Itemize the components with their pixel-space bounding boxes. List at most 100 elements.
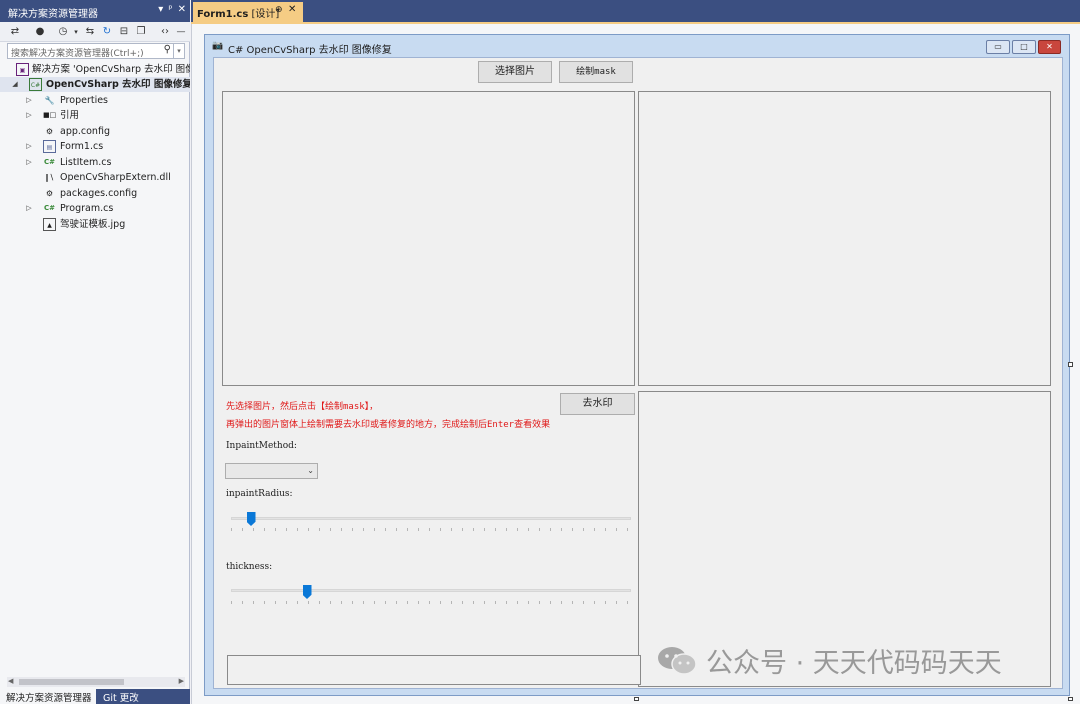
- tree-item-solution[interactable]: ▣ 解决方案 'OpenCvSharp 去水印 图像: [0, 62, 190, 77]
- show-all-files-icon[interactable]: ❐: [134, 25, 148, 39]
- mask-image-box[interactable]: [638, 91, 1051, 386]
- switch-view-icon[interactable]: ⇆: [83, 25, 97, 39]
- wechat-watermark: 公众号 · 天天代码码天天: [656, 643, 1002, 679]
- expand-arrow-icon[interactable]: ▷: [24, 108, 34, 123]
- tab-file-name: Form1.cs: [197, 9, 249, 20]
- wechat-icon: [658, 647, 697, 675]
- tree-item-label: Properties: [60, 95, 109, 106]
- tree-item-program[interactable]: ▷ C# Program.cs: [0, 201, 190, 216]
- tree-item-app-config[interactable]: ⚙ app.config: [0, 124, 190, 139]
- tree-item-label: OpenCvSharpExtern.dll: [60, 172, 171, 183]
- form-title-bar: 📷 C# OpenCvSharp 去水印 图像修复 ▭ □ ✕: [205, 35, 1069, 57]
- inpaint-radius-track[interactable]: [231, 517, 631, 520]
- history-dropdown-icon[interactable]: ▾: [69, 25, 83, 39]
- csharp-project-icon: C#: [29, 78, 42, 91]
- scroll-left-icon[interactable]: ◀: [8, 677, 13, 685]
- hint-line-2: 再弹出的图片窗体上绘制需要去水印或者修复的地方，完成绘制后Enter查看效果: [226, 420, 551, 430]
- expand-arrow-icon[interactable]: ▷: [24, 201, 34, 216]
- pin-icon[interactable]: ᵖ: [168, 4, 172, 15]
- tree-item-label: ListItem.cs: [60, 157, 112, 168]
- search-options-dropdown-icon[interactable]: ▾: [173, 44, 184, 58]
- visual-studio-window: 解决方案资源管理器 ▾ ᵖ ✕ ⇄ ● ◷ ▾ ⇆ ↻ ⊟ ❐ ‹› — 搜索解…: [0, 0, 1080, 704]
- remove-watermark-button[interactable]: 去水印: [560, 393, 635, 415]
- expand-arrow-icon[interactable]: ▷: [24, 155, 34, 170]
- source-image-box[interactable]: [222, 91, 635, 386]
- csharp-file-icon: C#: [43, 204, 55, 212]
- solution-icon: ▣: [16, 63, 29, 76]
- resize-handle-bottom[interactable]: [634, 697, 639, 701]
- minimize-button[interactable]: ▭: [986, 40, 1010, 54]
- references-icon: ■□: [43, 111, 57, 119]
- tree-item-label: Form1.cs: [60, 141, 104, 152]
- tree-item-project[interactable]: ◢ C# OpenCvSharp 去水印 图像修复: [0, 77, 190, 92]
- form-window[interactable]: 📷 C# OpenCvSharp 去水印 图像修复 ▭ □ ✕ 选择图片 绘制m…: [204, 34, 1070, 696]
- config-file-icon: ⚙: [45, 189, 54, 198]
- inpaint-method-select[interactable]: ⌄: [225, 463, 318, 479]
- thickness-ticks: [231, 601, 631, 604]
- close-button[interactable]: ✕: [1038, 40, 1061, 54]
- tree-item-label: 解决方案 'OpenCvSharp 去水印 图像: [32, 64, 190, 75]
- solution-explorer-search-input[interactable]: 搜索解决方案资源管理器(Ctrl+;) ⚲ ▾: [7, 43, 185, 59]
- chevron-down-icon: ⌄: [307, 466, 314, 475]
- horizontal-scrollbar[interactable]: ◀ ▶: [7, 677, 185, 687]
- resize-handle-right[interactable]: [1068, 362, 1073, 367]
- tree-item-packages-config[interactable]: ⚙ packages.config: [0, 186, 190, 201]
- inpaint-radius-label: inpaintRadius:: [226, 489, 293, 499]
- sync-icon[interactable]: ⇄: [8, 25, 22, 39]
- form-app-icon: 📷: [212, 41, 224, 51]
- tree-item-form1[interactable]: ▷ ▤ Form1.cs: [0, 139, 190, 154]
- refresh-icon[interactable]: ↻: [100, 25, 114, 39]
- tree-item-dll[interactable]: ∥∖ OpenCvSharpExtern.dll: [0, 170, 190, 185]
- resize-handle-corner[interactable]: [1068, 697, 1073, 701]
- tree-item-references[interactable]: ▷ ■□ 引用: [0, 108, 190, 123]
- hint-line-1: 先选择图片，然后点击【绘制mask】，: [226, 402, 379, 412]
- code-view-icon[interactable]: ‹›: [158, 25, 172, 39]
- tab-git-changes[interactable]: Git 更改: [97, 689, 143, 704]
- draw-mask-button[interactable]: 绘制mask: [559, 61, 633, 83]
- properties-icon[interactable]: —: [174, 25, 188, 39]
- expand-arrow-icon[interactable]: ▷: [24, 139, 34, 154]
- tab-form1-designer[interactable]: Form1.cs [设计] ⊕ ✕: [193, 2, 303, 22]
- tree-item-label: 驾驶证模板.jpg: [60, 219, 126, 230]
- maximize-button[interactable]: □: [1012, 40, 1036, 54]
- form-icon: ▤: [43, 140, 56, 153]
- tree-item-jpg[interactable]: ▲ 驾驶证模板.jpg: [0, 217, 190, 232]
- panel-dropdown-icon[interactable]: ▾: [158, 4, 163, 15]
- form-title: C# OpenCvSharp 去水印 图像修复: [228, 45, 392, 56]
- watermark-text: 公众号 · 天天代码码天天: [706, 647, 1002, 679]
- scroll-right-icon[interactable]: ▶: [179, 677, 184, 685]
- close-icon[interactable]: ✕: [178, 4, 186, 15]
- thickness-slider-thumb[interactable]: [302, 585, 312, 599]
- solution-explorer-toolbar: ⇄ ● ◷ ▾ ⇆ ↻ ⊟ ❐ ‹› —: [0, 22, 190, 42]
- inpaint-radius-slider-thumb[interactable]: [246, 512, 256, 526]
- wrench-icon: 🔧: [44, 96, 55, 105]
- close-tab-icon[interactable]: ✕: [288, 4, 296, 15]
- tree-item-label: app.config: [60, 126, 110, 137]
- tree-item-listitem[interactable]: ▷ C# ListItem.cs: [0, 155, 190, 170]
- globe-icon[interactable]: ●: [33, 25, 47, 39]
- inpaint-radius-ticks: [231, 528, 631, 531]
- tree-item-label: 引用: [60, 110, 80, 121]
- image-file-icon: ▲: [43, 218, 56, 231]
- search-placeholder: 搜索解决方案资源管理器(Ctrl+;): [11, 49, 144, 59]
- thickness-track[interactable]: [231, 589, 631, 592]
- tree-item-label: packages.config: [60, 188, 138, 199]
- tree-item-label: Program.cs: [60, 203, 114, 214]
- tab-solution-explorer[interactable]: 解决方案资源管理器: [0, 689, 96, 704]
- tree-item-label: OpenCvSharp 去水印 图像修复: [46, 79, 190, 90]
- history-icon[interactable]: ◷: [56, 25, 70, 39]
- search-icon[interactable]: ⚲: [164, 44, 171, 55]
- solution-explorer-title-bar: 解决方案资源管理器 ▾ ᵖ ✕: [0, 0, 190, 22]
- pin-tab-icon[interactable]: ⊕: [275, 5, 283, 15]
- select-image-button[interactable]: 选择图片: [478, 61, 552, 83]
- solution-explorer-title: 解决方案资源管理器: [8, 9, 98, 20]
- output-textbox[interactable]: [227, 655, 641, 685]
- thickness-label: thickness:: [226, 562, 273, 572]
- collapse-arrow-icon[interactable]: ◢: [10, 77, 20, 92]
- expand-arrow-icon[interactable]: ▷: [24, 93, 34, 108]
- tree-item-properties[interactable]: ▷ 🔧 Properties: [0, 93, 190, 108]
- inpaint-method-label: InpaintMethod:: [226, 441, 297, 451]
- collapse-all-icon[interactable]: ⊟: [117, 25, 131, 39]
- scrollbar-thumb[interactable]: [19, 679, 124, 685]
- config-file-icon: ⚙: [45, 127, 54, 136]
